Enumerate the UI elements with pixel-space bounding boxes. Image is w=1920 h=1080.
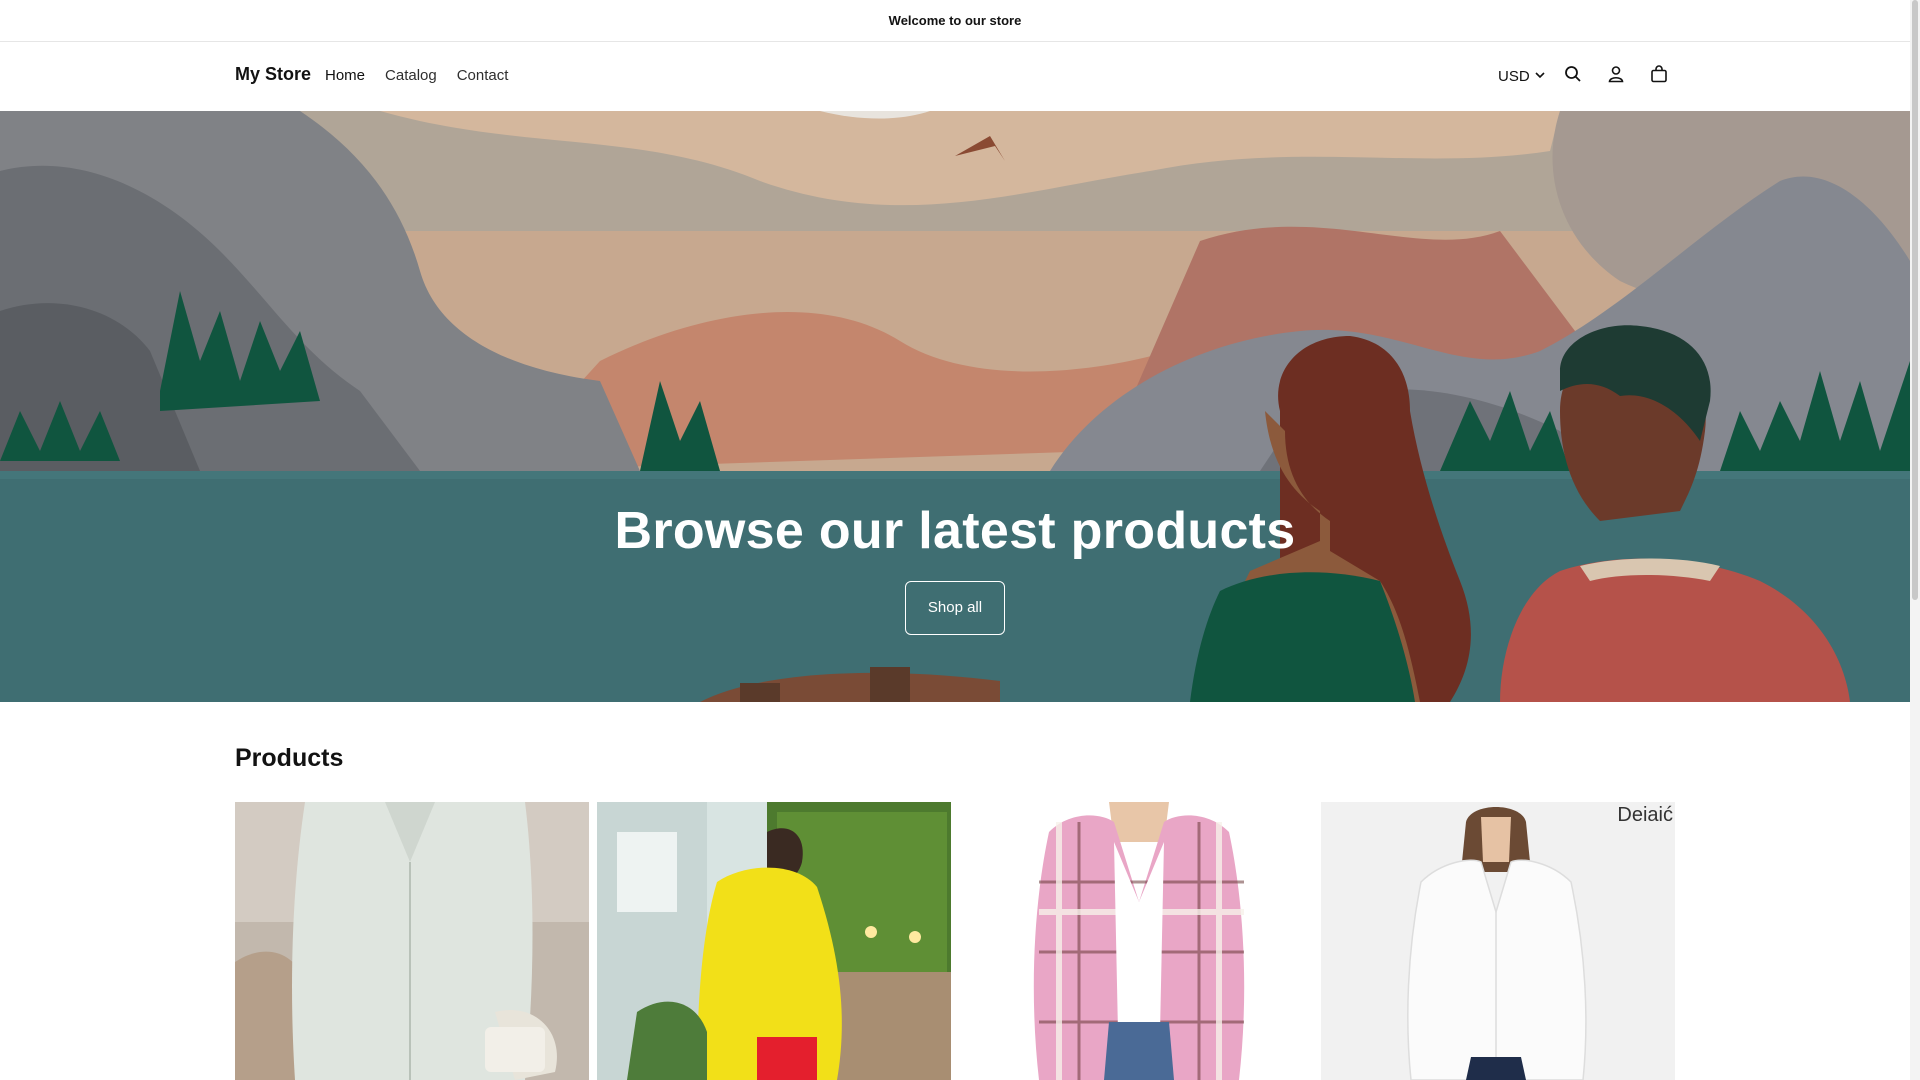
products-heading: Products — [235, 744, 344, 772]
search-icon — [1564, 65, 1582, 88]
page-scrollbar-thumb[interactable] — [1912, 0, 1918, 600]
nav-catalog[interactable]: Catalog — [385, 67, 437, 84]
account-icon — [1607, 65, 1625, 88]
main-nav: Home Catalog Contact — [325, 67, 508, 84]
announcement-bar: Welcome to our store — [0, 0, 1910, 42]
search-button[interactable] — [1552, 58, 1595, 94]
product-card-4[interactable]: Deiaić — [1321, 802, 1675, 1080]
nav-home[interactable]: Home — [325, 67, 365, 84]
chevron-down-icon — [1534, 68, 1546, 85]
product-card-2[interactable] — [597, 802, 951, 1080]
product-card-1[interactable] — [235, 802, 589, 1080]
product-image-yellow-dress — [597, 802, 951, 1080]
header-tools: USD — [1492, 58, 1681, 94]
hero-title: Browse our latest products — [614, 502, 1296, 560]
product-card-3[interactable] — [959, 802, 1313, 1080]
product-brand-text: Deiaić — [1617, 804, 1673, 826]
nav-contact[interactable]: Contact — [457, 67, 509, 84]
hero-banner: Browse our latest products Shop all — [0, 111, 1910, 702]
announcement-text: Welcome to our store — [888, 13, 1022, 28]
shop-all-button[interactable]: Shop all — [905, 581, 1005, 635]
currency-label: USD — [1498, 67, 1530, 85]
currency-selector[interactable]: USD — [1492, 58, 1552, 94]
product-image-white-blouse — [1321, 802, 1675, 1080]
account-button[interactable] — [1595, 58, 1638, 94]
cart-button[interactable] — [1638, 58, 1681, 94]
site-header: My Store Home Catalog Contact USD — [0, 42, 1910, 111]
store-logo[interactable]: My Store — [235, 64, 311, 85]
hero-content: Browse our latest products Shop all — [0, 501, 1910, 635]
product-image-plaid-shacket — [959, 802, 1313, 1080]
cart-icon — [1650, 64, 1668, 88]
product-image-striped-shirt — [235, 802, 589, 1080]
product-grid: Deiaić — [235, 802, 1675, 1080]
